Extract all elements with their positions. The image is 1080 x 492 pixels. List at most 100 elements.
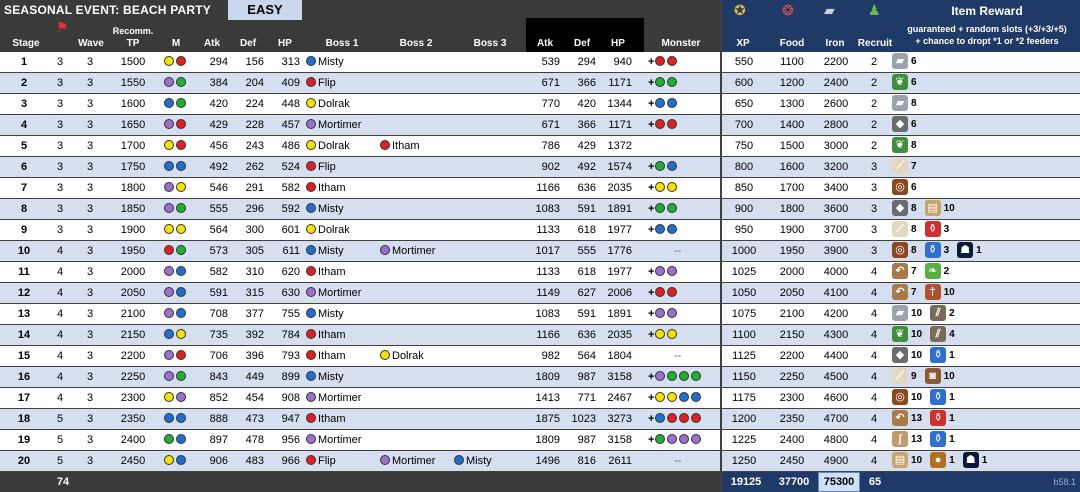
boss-b1[interactable]: Mortimer <box>306 115 378 135</box>
green-dot-icon <box>176 371 186 381</box>
boss-b1[interactable]: Itham <box>306 346 378 366</box>
reward-item[interactable]: ⚱ 1 <box>930 389 955 406</box>
reward-qty: 2 <box>943 266 950 277</box>
reward-item[interactable]: ⫽ 4 <box>930 326 955 343</box>
boss-b1[interactable]: Dolrak <box>306 220 378 240</box>
reward-item[interactable]: † 10 <box>924 284 955 301</box>
item-rewards: ◎ 8 ⚱ 3 ☗ 1 <box>892 241 990 261</box>
reward-item[interactable]: ⚱ 1 <box>930 410 955 427</box>
boss-hp-value: 2611 <box>608 455 632 467</box>
reward-item[interactable]: ▤ 10 <box>892 452 922 469</box>
reward-item[interactable]: ❦ 6 <box>892 74 917 91</box>
boss-b1[interactable]: Itham <box>306 325 378 345</box>
boss-b1[interactable]: Itham <box>306 409 378 429</box>
boss-atk-value: 1083 <box>535 203 560 215</box>
boss-b2[interactable]: Mortimer <box>380 451 452 471</box>
reward-qty: 6 <box>911 56 917 67</box>
row-left: 2 3 3 1550 384 204 409 Flip 671 366 1171 + <box>0 73 720 93</box>
reward-item[interactable]: ▰ 10 <box>892 305 922 322</box>
reward-item[interactable]: ● 1 <box>930 452 955 469</box>
reward-item[interactable]: ❦ 10 <box>892 326 922 343</box>
reward-item[interactable]: ⟋ 9 <box>892 368 917 385</box>
reward-item[interactable]: ▰ 6 <box>892 53 917 70</box>
reward-item[interactable]: ☗ 1 <box>957 242 982 259</box>
green-dot-icon <box>176 77 186 87</box>
boss-atk-value: 539 <box>541 56 560 68</box>
book-icon: ▤ <box>892 452 908 469</box>
atk-value: 492 <box>209 161 228 173</box>
xp-value: 1250 <box>731 455 757 467</box>
atk-value: 456 <box>209 140 228 152</box>
stage-number: 12 <box>17 287 31 299</box>
reward-item[interactable]: ⚱ 3 <box>924 242 949 259</box>
reward-item[interactable]: ◎ 8 <box>892 242 917 259</box>
boss-b1[interactable]: Misty <box>306 52 378 72</box>
reward-item[interactable]: ◎ 6 <box>892 179 917 196</box>
reward-item[interactable]: ☗ 1 <box>962 452 987 469</box>
boss-b1[interactable]: Mortimer <box>306 283 378 303</box>
boss-b1[interactable]: Misty <box>306 304 378 324</box>
row-left: 1 3 3 1500 294 156 313 Misty 539 294 940 + <box>0 52 720 72</box>
reward-item[interactable]: ❦ 8 <box>892 137 917 154</box>
reward-item[interactable]: ⟋ 8 <box>892 221 917 238</box>
purple-dot-icon <box>667 434 678 444</box>
iron-value: 2600 <box>823 98 849 110</box>
boss-b1[interactable]: Flip <box>306 73 378 93</box>
xp-value: 1175 <box>732 392 756 404</box>
boss-hp-value: 1574 <box>607 161 632 173</box>
reward-item[interactable]: ❧ 2 <box>924 263 950 280</box>
reward-qty: 1 <box>949 434 955 445</box>
boss-b2[interactable]: Mortimer <box>380 241 452 261</box>
reward-item[interactable]: ◆ 6 <box>892 116 917 133</box>
green-dot-icon <box>667 371 678 381</box>
reward-item[interactable]: ⚱ 1 <box>930 431 955 448</box>
boss-b1[interactable]: Misty <box>306 367 378 387</box>
boss-b1[interactable]: Mortimer <box>306 388 378 408</box>
boss-b2[interactable]: Dolrak <box>380 346 452 366</box>
reward-item[interactable]: ⚱ 3 <box>924 221 949 238</box>
reward-item[interactable]: ⟋ 7 <box>892 158 917 175</box>
boss-b1[interactable]: Mortimer <box>306 430 378 450</box>
recommended-tp: 1700 <box>120 140 146 152</box>
boss-hp-value: 2467 <box>607 392 632 404</box>
element-dots <box>164 304 188 324</box>
element-dots <box>164 94 188 114</box>
reward-qty: 4 <box>949 329 955 340</box>
reward-item[interactable]: ▤ 10 <box>924 200 955 217</box>
element-dots <box>164 220 188 240</box>
boss-b1[interactable]: Misty <box>306 241 378 261</box>
purple-dot-icon <box>164 350 174 360</box>
boss-b1[interactable]: Dolrak <box>306 136 378 156</box>
red-dot-icon <box>655 119 666 129</box>
reward-item[interactable]: ʃ 13 <box>892 431 922 448</box>
reward-item[interactable]: ⫽ 2 <box>930 305 955 322</box>
red-dot-icon <box>306 413 316 423</box>
iron-total-cell[interactable]: 75300 <box>818 472 860 492</box>
boss-b1[interactable]: Misty <box>306 199 378 219</box>
boss-b1[interactable]: Dolrak <box>306 94 378 114</box>
blue-dot-icon <box>667 161 678 171</box>
difficulty-badge[interactable]: EASY <box>228 0 302 20</box>
recruit-value: 4 <box>870 266 878 278</box>
hp-value: 448 <box>281 98 300 110</box>
boss-b2[interactable]: Itham <box>380 136 452 156</box>
wave-count: 3 <box>86 350 94 362</box>
reward-item[interactable]: ▰ 8 <box>892 95 917 112</box>
reward-item[interactable]: ◆ 10 <box>892 347 922 364</box>
recommended-tp: 1650 <box>120 119 146 131</box>
boss-b3[interactable]: Misty <box>454 451 526 471</box>
atk-value: 708 <box>209 308 228 320</box>
reward-item[interactable]: ↶ 7 <box>892 284 917 301</box>
spears-icon: ⫽ <box>930 326 947 343</box>
reward-item[interactable]: ◎ 10 <box>892 389 922 406</box>
reward-item[interactable]: ◙ 10 <box>924 368 955 385</box>
reward-item[interactable]: ↶ 13 <box>892 410 922 427</box>
boss-atk-value: 671 <box>541 77 560 89</box>
boss-b1[interactable]: Itham <box>306 262 378 282</box>
boss-b1[interactable]: Flip <box>306 451 378 471</box>
boss-b1[interactable]: Itham <box>306 178 378 198</box>
boss-b1[interactable]: Flip <box>306 157 378 177</box>
reward-item[interactable]: ◆ 8 <box>892 200 917 217</box>
reward-item[interactable]: ⚱ 1 <box>930 347 955 364</box>
reward-item[interactable]: ↶ 7 <box>892 263 917 280</box>
